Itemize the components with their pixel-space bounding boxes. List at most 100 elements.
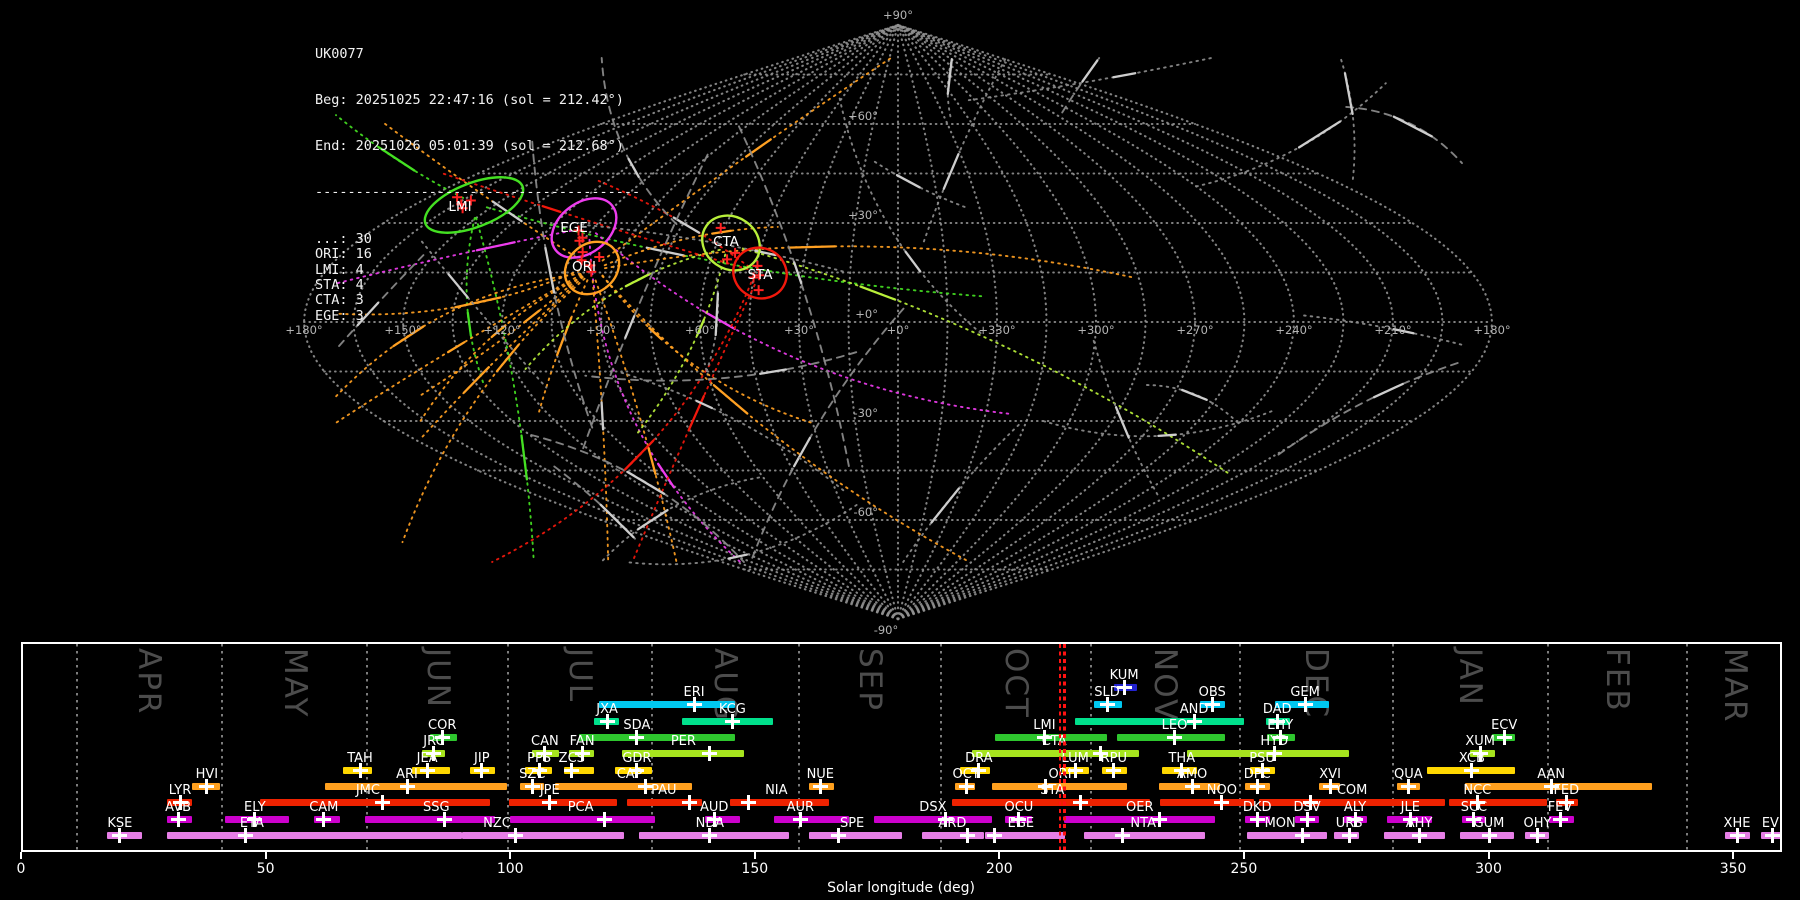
meteor-trail <box>1339 57 1356 180</box>
ra-label: +0° <box>887 323 910 337</box>
ra-label: +210° <box>1374 323 1411 337</box>
shower-code-label-jmc: JMC <box>355 783 380 798</box>
shower-code-label-gdr: GDR <box>622 751 652 766</box>
meteor-trail <box>1092 339 1161 500</box>
shower-code-label-xum: XUM <box>1465 734 1496 749</box>
meteor-trail <box>530 434 745 563</box>
sky-map: LMIEGEORICTASTA+90°-90°+60°+30°+0°-30°-6… <box>285 8 1510 637</box>
shower-code-label-ehy: EHY <box>1267 718 1294 733</box>
peak-marker-nia <box>741 794 757 810</box>
shower-code-label-nzc: NZC <box>483 816 511 831</box>
meteor-trail <box>902 423 1020 563</box>
grid-meridian <box>896 23 949 621</box>
shower-code-label-sda: SDA <box>623 718 651 733</box>
shower-code-label-ocu: OCU <box>1004 800 1034 815</box>
current-sol-line <box>1058 644 1062 850</box>
meteor-path <box>623 439 655 471</box>
month-boundary-line <box>1685 644 1688 850</box>
end-time: End: 20251026 05:01:39 (sol = 212.68°) <box>315 138 624 155</box>
current-sol-line <box>1063 644 1066 850</box>
ra-label: +60° <box>685 323 715 337</box>
month-label-jan: JAN <box>1452 648 1489 707</box>
shower-code-label-ege: EGE <box>1007 816 1035 831</box>
shower-code-label-eta: ETA <box>239 816 264 831</box>
shower-code-label-gum: GUM <box>1473 816 1505 831</box>
axis-tick-label: 100 <box>496 861 524 877</box>
shower-code-label-rpu: RPU <box>1100 751 1127 766</box>
activity-bar-ssg <box>365 816 495 823</box>
month-label-jun: JUN <box>419 648 456 710</box>
shower-code-label-leo: LEO <box>1161 718 1188 733</box>
shower-code-label-nda: NDA <box>695 816 724 831</box>
radiant-label-cta: CTA <box>713 234 740 250</box>
shower-count-row: EGE: 3 <box>315 307 364 324</box>
month-label-may: MAY <box>276 648 313 719</box>
meteor-trail <box>967 57 1213 102</box>
shower-code-label-psu: PSU <box>1249 751 1275 766</box>
pole-label-south: -90° <box>874 623 899 637</box>
activity-bar-dsx <box>874 816 992 823</box>
shower-code-label-obs: OBS <box>1198 685 1226 700</box>
activity-bar-sda <box>579 734 736 741</box>
shower-code-label-noo: NOO <box>1206 783 1237 798</box>
shower-code-label-amo: AMO <box>1176 767 1208 782</box>
shower-code-label-aan: AAN <box>1537 767 1566 782</box>
shower-code-label-evi: EVI <box>1761 816 1782 831</box>
shower-code-label-oer: OER <box>1126 800 1154 815</box>
activity-bar-ard <box>922 832 985 839</box>
shower-code-label-xvi: XVI <box>1319 767 1341 782</box>
meteor-trail <box>1345 105 1463 165</box>
shower-code-label-ely: ELY <box>244 800 266 815</box>
meteor-trail <box>1040 410 1273 438</box>
meteor-path <box>714 292 720 337</box>
meteor-path <box>1157 433 1177 438</box>
dec-label: -60° <box>853 505 878 519</box>
activity-bar-eri <box>599 701 736 708</box>
axis-tick <box>264 852 267 859</box>
peak-marker-per <box>702 745 718 761</box>
meteor-path <box>942 153 960 190</box>
meteor-path <box>712 384 749 415</box>
shower-code-label-sld: SLD <box>1094 685 1120 700</box>
header-divider: ---------------------------------------- <box>315 184 641 201</box>
shower-code-label-dsx: DSX <box>919 800 947 815</box>
activity-bar-jpe <box>509 799 617 806</box>
shower-code-label-tah: TAH <box>347 751 373 766</box>
shower-count-row: ...: 30 <box>315 230 372 247</box>
dec-label: +30° <box>848 208 878 222</box>
activity-bar-nta <box>1084 832 1206 839</box>
shower-code-label-ard: ARD <box>938 816 967 831</box>
shower-count-row: CTA: 3 <box>315 292 364 309</box>
month-label-nov: NOV <box>1147 648 1184 723</box>
activity-bar-noo <box>1159 799 1255 806</box>
peak-marker-pau <box>681 794 697 810</box>
meteor-path <box>1112 72 1137 79</box>
peak-marker-sta <box>1072 794 1088 810</box>
shower-count-row: STA: 4 <box>315 276 364 293</box>
dec-label: -30° <box>853 406 878 420</box>
timeline-panel: APR MAY JUN JUL AUG SEP OCT NOV DEC JAN FEB MAR KUM E… <box>21 642 1782 852</box>
axis-tick <box>1732 852 1735 859</box>
shower-code-label-jip: JIP <box>474 751 490 766</box>
shower-code-label-and: AND <box>1179 702 1209 717</box>
activity-bar-sta <box>952 799 1150 806</box>
shower-code-label-cam: CAM <box>309 800 339 815</box>
meteor-path <box>637 508 669 531</box>
shower-code-label-fed: FED <box>1553 783 1580 798</box>
meteor-path <box>930 487 960 524</box>
shower-code-label-ari: ARI <box>396 767 418 782</box>
shower-code-label-mon: MON <box>1264 816 1296 831</box>
meteor-path <box>787 245 837 249</box>
meteor-path <box>1114 406 1130 439</box>
shower-code-label-ecv: ECV <box>1491 718 1518 733</box>
meteor-path <box>600 401 605 431</box>
shower-code-label-szc: SZC <box>519 767 546 782</box>
shower-code-label-com: COM <box>1336 783 1368 798</box>
meteor-path <box>859 285 897 301</box>
meteor-trail <box>1195 82 1387 188</box>
pole-label-north: +90° <box>883 8 913 22</box>
shower-code-label-aud: AUD <box>699 800 729 815</box>
shower-code-label-per: PER <box>670 734 696 749</box>
meteor-trail <box>601 57 892 262</box>
shower-code-label-nue: NUE <box>806 767 835 782</box>
